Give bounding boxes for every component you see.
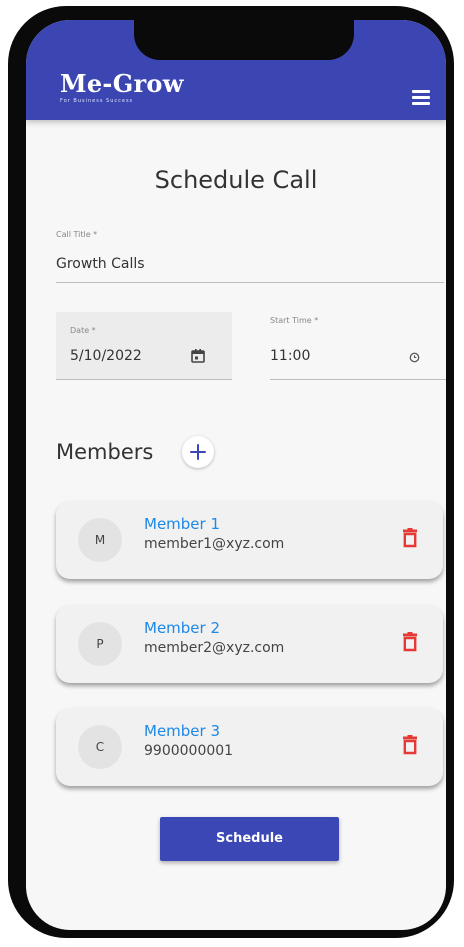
call-title-underline: [56, 282, 444, 283]
add-member-button[interactable]: [182, 436, 214, 468]
members-heading: Members: [56, 440, 154, 464]
start-time-input[interactable]: 11:00: [270, 348, 310, 364]
member-card[interactable]: P Member 2 member2@xyz.com: [56, 605, 443, 683]
hamburger-menu-icon[interactable]: [412, 90, 430, 105]
schedule-button[interactable]: Schedule: [160, 817, 339, 861]
plus-icon: [190, 444, 206, 460]
avatar: C: [78, 725, 122, 769]
member-name[interactable]: Member 1: [144, 515, 220, 533]
date-field[interactable]: Date * 5/10/2022: [56, 312, 232, 380]
date-underline: [56, 379, 232, 380]
member-phone: 9900000001: [144, 743, 234, 759]
member-email: member2@xyz.com: [144, 640, 285, 656]
logo: Me-Grow For Business Success: [60, 69, 184, 105]
start-time-label: Start Time *: [270, 316, 319, 325]
logo-title: Me-Grow: [60, 69, 184, 98]
call-title-label: Call Title *: [56, 230, 98, 239]
avatar: P: [78, 622, 122, 666]
clock-icon[interactable]: [409, 352, 420, 363]
avatar: M: [78, 518, 122, 562]
date-input[interactable]: 5/10/2022: [70, 348, 142, 364]
member-email: member1@xyz.com: [144, 536, 285, 552]
member-card[interactable]: M Member 1 member1@xyz.com: [56, 501, 443, 579]
phone-frame: Me-Grow For Business Success Schedule Ca…: [8, 6, 454, 938]
trash-icon[interactable]: [402, 735, 418, 755]
date-label: Date *: [70, 326, 96, 335]
app-screen: Me-Grow For Business Success Schedule Ca…: [26, 20, 446, 930]
trash-icon[interactable]: [402, 632, 418, 652]
phone-notch: [134, 20, 354, 60]
member-card[interactable]: C Member 3 9900000001: [56, 708, 443, 786]
start-time-field[interactable]: Start Time * 11:00: [270, 312, 446, 380]
member-name[interactable]: Member 2: [144, 619, 220, 637]
trash-icon[interactable]: [402, 528, 418, 548]
logo-tagline: For Business Success: [60, 98, 134, 104]
start-time-underline: [270, 379, 446, 380]
page-title: Schedule Call: [154, 166, 318, 194]
calendar-icon[interactable]: [190, 348, 206, 364]
call-title-input[interactable]: Growth Calls: [56, 256, 145, 272]
member-name[interactable]: Member 3: [144, 722, 220, 740]
